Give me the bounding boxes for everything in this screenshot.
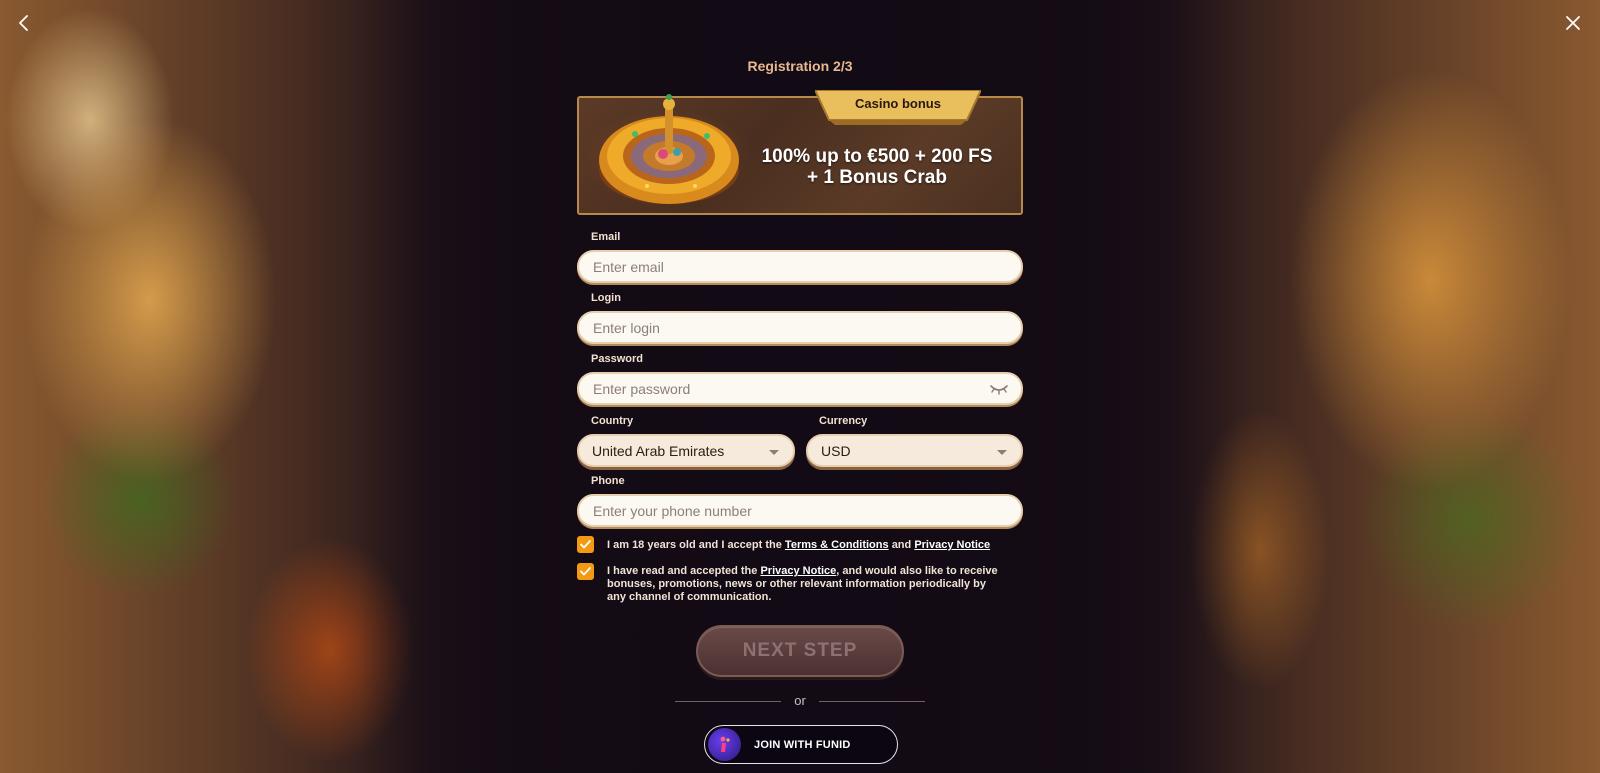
marketing-consent-text: I have read and accepted the Privacy Not…	[607, 565, 1007, 604]
email-label: Email	[591, 231, 621, 243]
age-consent-text: I am 18 years old and I accept the Terms…	[607, 539, 1007, 552]
bonus-offer: 100% up to €500 + 200 FS + 1 Bonus Crab	[747, 146, 1007, 188]
phone-field[interactable]: Enter your phone number	[577, 494, 1023, 527]
terms-link[interactable]: Terms & Conditions	[785, 539, 889, 551]
close-icon	[1566, 16, 1580, 30]
marketing-consent-checkbox[interactable]	[577, 563, 594, 580]
country-select[interactable]: United Arab Emirates	[577, 434, 795, 467]
funid-mark-icon	[720, 736, 730, 752]
password-field[interactable]: Enter password	[577, 372, 1023, 405]
chevron-down-icon	[997, 450, 1007, 455]
currency-label: Currency	[819, 415, 868, 427]
bonus-ribbon: Casino bonus	[813, 89, 983, 126]
password-placeholder: Enter password	[593, 380, 691, 397]
currency-value: USD	[821, 442, 851, 459]
email-placeholder: Enter email	[593, 258, 664, 275]
privacy-link-2[interactable]: Privacy Notice	[760, 565, 836, 577]
join-with-funid-button[interactable]: JOIN WITH FUNID	[704, 725, 898, 764]
privacy-link[interactable]: Privacy Notice	[914, 539, 990, 551]
login-placeholder: Enter login	[593, 319, 660, 336]
bonus-line-1: 100% up to €500 + 200 FS	[761, 146, 993, 167]
bonus-banner: Casino bonus 100% up to €500 + 200 FS + …	[577, 89, 1023, 215]
phone-label: Phone	[591, 475, 625, 487]
marketing-consent-prefix: I have read and accepted the	[607, 565, 758, 577]
email-field[interactable]: Enter email	[577, 250, 1023, 283]
or-divider-text: or	[794, 693, 806, 708]
currency-select[interactable]: USD	[806, 434, 1023, 467]
chevron-left-icon	[19, 15, 28, 31]
back-button[interactable]	[10, 10, 36, 36]
divider-right	[819, 701, 925, 702]
funid-logo-icon	[708, 728, 741, 761]
country-value: United Arab Emirates	[592, 442, 725, 459]
login-field[interactable]: Enter login	[577, 311, 1023, 344]
next-step-button[interactable]: NEXT STEP	[696, 625, 904, 677]
page-title: Registration 2/3	[747, 58, 853, 74]
age-consent-prefix: I am 18 years old and I accept the	[607, 539, 782, 551]
eye-closed-icon[interactable]	[989, 382, 1009, 396]
funid-label: JOIN WITH FUNID	[754, 738, 851, 751]
roulette-wheel-image	[599, 94, 739, 204]
checkmark-icon	[580, 540, 591, 549]
checkmark-icon	[580, 567, 591, 576]
phone-placeholder: Enter your phone number	[593, 502, 752, 519]
country-label: Country	[591, 415, 634, 427]
bonus-tag: Casino bonus	[855, 96, 941, 111]
age-consent-checkbox[interactable]	[577, 536, 594, 553]
age-consent-and: and	[891, 539, 912, 551]
password-label: Password	[591, 353, 643, 365]
chevron-down-icon	[769, 450, 779, 455]
login-label: Login	[591, 292, 621, 304]
close-button[interactable]	[1560, 10, 1586, 36]
bonus-line-2: + 1 Bonus Crab	[807, 167, 947, 188]
